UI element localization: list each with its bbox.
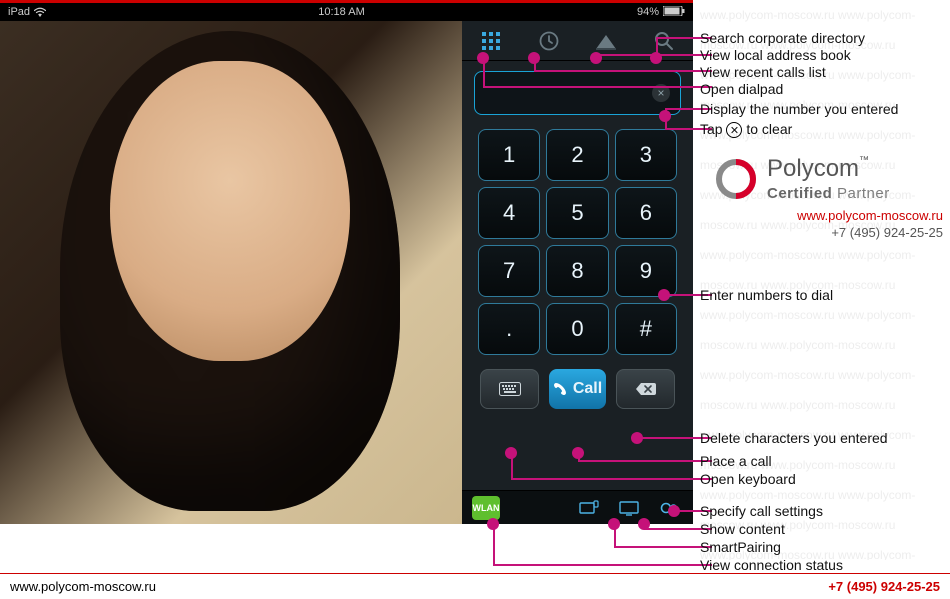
page-footer: www.polycom-moscow.ru +7 (495) 924-25-25	[0, 573, 950, 599]
phone-icon	[553, 382, 567, 396]
key-2[interactable]: 2	[546, 129, 608, 181]
backspace-icon	[635, 382, 657, 396]
show-content-button[interactable]	[615, 496, 643, 520]
key-1[interactable]: 1	[478, 129, 540, 181]
battery-icon	[663, 6, 685, 19]
tab-search[interactable]	[647, 27, 681, 55]
wlan-label: WLAN	[473, 503, 500, 513]
status-bar: iPad 10:18 AM 94%	[0, 3, 693, 21]
annotation-content: Show content	[700, 521, 785, 537]
clock: 10:18 AM	[318, 6, 364, 18]
keyboard-icon	[499, 382, 521, 396]
key-0[interactable]: 0	[546, 303, 608, 355]
footer-link[interactable]: www.polycom-moscow.ru	[10, 579, 156, 594]
annotation-delete: Delete characters you entered	[700, 430, 888, 446]
clear-glyph-icon: ✕	[726, 122, 742, 138]
tab-recents[interactable]	[532, 27, 566, 55]
key-9[interactable]: 9	[615, 245, 677, 297]
partner-cert: Certified Partner	[767, 185, 890, 202]
tab-contacts[interactable]	[589, 27, 623, 55]
partner-link[interactable]: www.polycom-moscow.ru	[713, 208, 943, 223]
annotation-enter: Enter numbers to dial	[700, 287, 833, 303]
key-3[interactable]: 3	[615, 129, 677, 181]
annotation-pairing: SmartPairing	[700, 539, 781, 555]
annotation-connstatus: View connection status	[700, 557, 843, 573]
annotation-dialpad: Open dialpad	[700, 81, 783, 97]
annotation-display1: Display the number you entered	[700, 101, 898, 117]
polycom-logo-icon	[713, 156, 759, 202]
key-5[interactable]: 5	[546, 187, 608, 239]
annotation-contacts: View local address book	[700, 47, 851, 63]
annotation-settings: Specify call settings	[700, 503, 823, 519]
key-.[interactable]: .	[478, 303, 540, 355]
partner-block: Polycom™ Certified Partner www.polycom-m…	[713, 155, 943, 240]
annotation-display2: Tap ✕ to clear	[700, 121, 792, 138]
battery-percent: 94%	[637, 6, 659, 18]
annotation-recents: View recent calls list	[700, 64, 826, 80]
keyboard-button[interactable]	[480, 369, 539, 409]
call-label: Call	[573, 380, 602, 398]
close-icon: ×	[657, 86, 664, 100]
wifi-icon	[34, 7, 46, 17]
action-row: Call	[462, 361, 693, 421]
key-#[interactable]: #	[615, 303, 677, 355]
camera-preview	[0, 21, 462, 524]
partner-phone: +7 (495) 924-25-25	[713, 225, 943, 240]
connection-status-button[interactable]: WLAN	[472, 496, 500, 520]
ipad-screenshot: iPad 10:18 AM 94%	[0, 0, 693, 524]
key-6[interactable]: 6	[615, 187, 677, 239]
call-button[interactable]: Call	[549, 369, 606, 409]
partner-brand: Polycom™	[767, 155, 890, 183]
tab-dialpad[interactable]	[474, 27, 508, 55]
device-label: iPad	[8, 6, 30, 18]
key-4[interactable]: 4	[478, 187, 540, 239]
annotation-place: Place a call	[700, 453, 772, 469]
key-7[interactable]: 7	[478, 245, 540, 297]
footer-phone: +7 (495) 924-25-25	[828, 579, 940, 594]
key-8[interactable]: 8	[546, 245, 608, 297]
number-display[interactable]: ×	[474, 71, 681, 115]
annotation-search: Search corporate directory	[700, 30, 865, 46]
dialpad-grid: 123 456 789.0#	[462, 119, 693, 361]
smartpairing-button[interactable]	[575, 496, 603, 520]
delete-button[interactable]	[616, 369, 675, 409]
annotation-keyboard: Open keyboard	[700, 471, 796, 487]
